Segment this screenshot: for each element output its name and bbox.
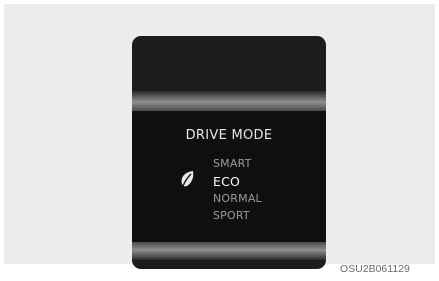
option-eco[interactable]: ECO — [213, 174, 240, 189]
leaf-icon — [181, 171, 194, 187]
bottom-bezel-band — [132, 242, 326, 260]
drive-mode-title: DRIVE MODE — [185, 128, 273, 143]
cluster-display: DRIVE MODE SMART ECO NORMAL SPORT — [132, 36, 326, 269]
option-normal[interactable]: NORMAL — [213, 192, 262, 205]
top-bezel-band — [132, 91, 326, 111]
figure-code: OSU2B061129 — [340, 263, 410, 275]
option-sport[interactable]: SPORT — [213, 209, 250, 222]
option-smart[interactable]: SMART — [213, 157, 252, 170]
figure-panel: DRIVE MODE SMART ECO NORMAL SPORT — [4, 4, 435, 269]
drive-mode-menu: DRIVE MODE SMART ECO NORMAL SPORT — [132, 111, 326, 242]
